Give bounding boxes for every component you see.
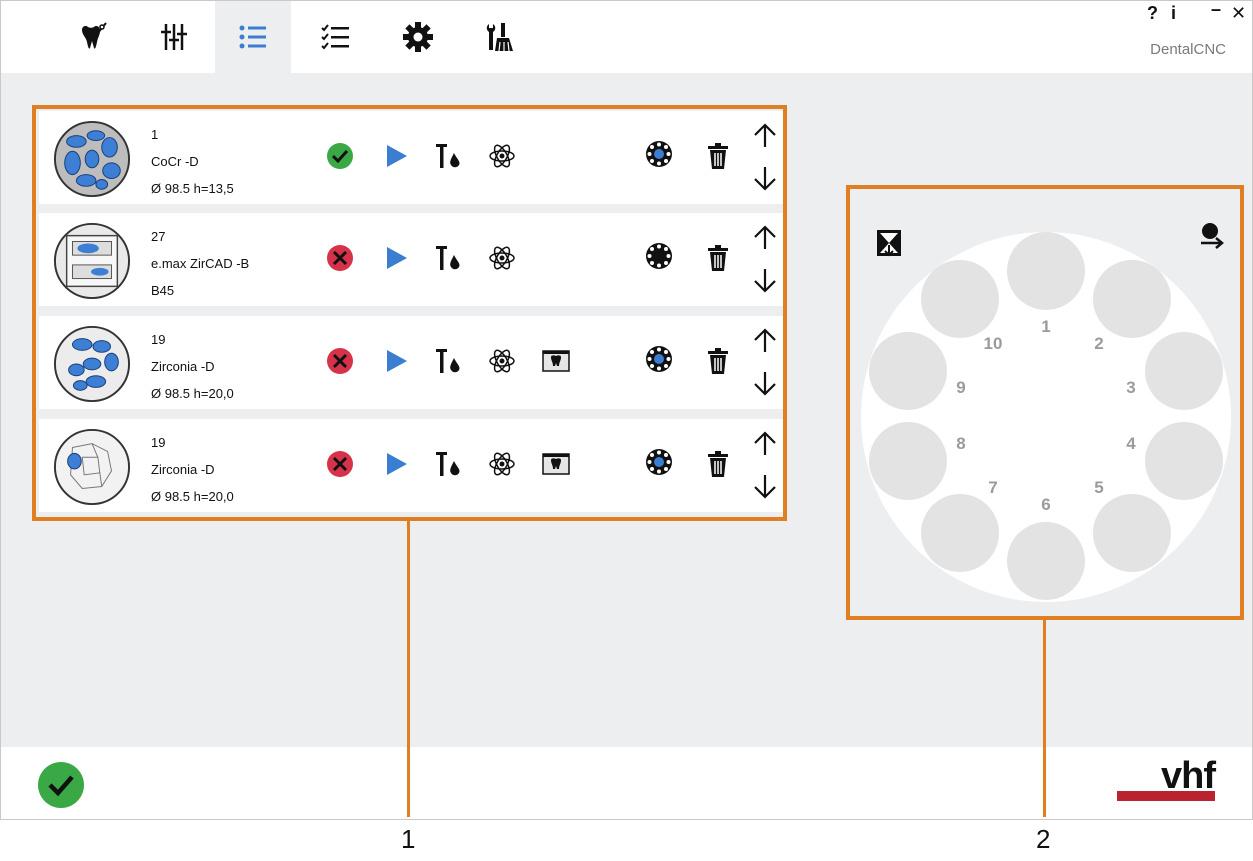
logo-bar bbox=[1117, 791, 1215, 801]
sliders-icon bbox=[161, 24, 187, 50]
callout-frame-2 bbox=[846, 185, 1244, 620]
callout-number-2: 2 bbox=[1036, 824, 1051, 854]
callout-leader-2 bbox=[1043, 620, 1046, 817]
tab-job-list[interactable] bbox=[215, 1, 291, 73]
status-footer: vhf bbox=[1, 747, 1252, 819]
top-toolbar: ? i – ✕ DentalCNC bbox=[1, 0, 1252, 73]
app: ? i – ✕ DentalCNC 1 CoCr -D Ø 98.5 h=13,… bbox=[0, 0, 1253, 861]
callout-leader-1 bbox=[407, 521, 410, 817]
callout-number-1: 1 bbox=[401, 824, 416, 854]
job-list-icon bbox=[239, 25, 266, 49]
info-button[interactable]: i bbox=[1171, 3, 1176, 24]
gear-icon bbox=[403, 22, 433, 52]
tooth-tool-icon bbox=[82, 22, 107, 49]
close-button[interactable]: ✕ bbox=[1231, 3, 1246, 24]
tab-milling[interactable] bbox=[51, 1, 133, 73]
maintenance-tools-icon bbox=[486, 23, 513, 52]
checklist-icon bbox=[321, 24, 349, 50]
tab-checklist[interactable] bbox=[295, 1, 377, 73]
brand-label: DentalCNC bbox=[1150, 41, 1226, 58]
tab-maintenance[interactable] bbox=[459, 1, 541, 73]
tab-settings-sliders[interactable] bbox=[133, 1, 215, 73]
minimize-button[interactable]: – bbox=[1211, 0, 1221, 20]
callout-frame-1 bbox=[32, 105, 787, 521]
vhf-logo: vhf bbox=[1117, 755, 1216, 805]
tab-settings[interactable] bbox=[377, 1, 459, 73]
status-ok-indicator bbox=[37, 761, 85, 809]
check-circle-icon bbox=[38, 762, 84, 808]
help-button[interactable]: ? bbox=[1147, 3, 1158, 24]
